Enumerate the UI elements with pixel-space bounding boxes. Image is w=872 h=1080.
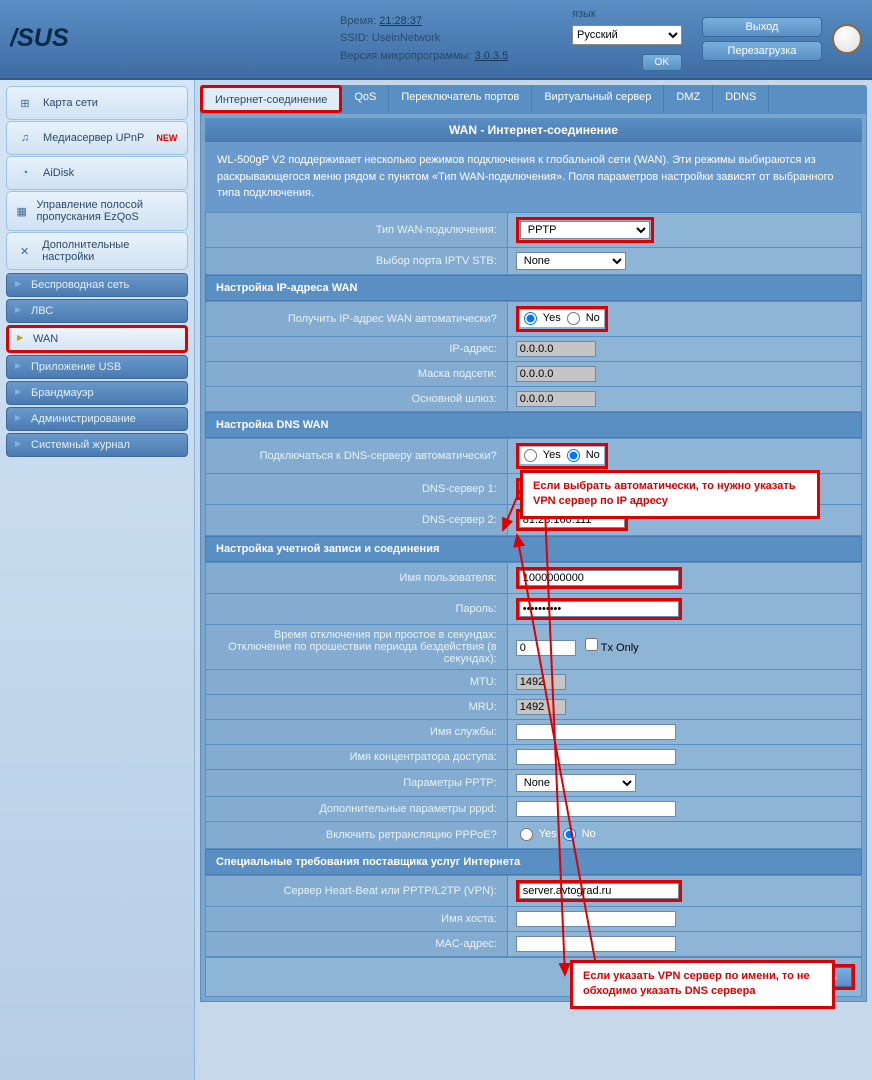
sidebar-firewall[interactable]: Брандмауэр <box>6 381 188 405</box>
ac-label: Имя концентратора доступа: <box>206 744 508 769</box>
tab-ddns[interactable]: DDNS <box>713 85 769 113</box>
reboot-button[interactable]: Перезагрузка <box>702 41 822 61</box>
pass-label: Пароль: <box>206 593 508 624</box>
sidebar-wireless[interactable]: Беспроводная сеть <box>6 273 188 297</box>
ip-input[interactable] <box>516 341 596 357</box>
iptv-label: Выбор порта IPTV STB: <box>206 247 508 274</box>
section-dns: Настройка DNS WAN <box>205 412 862 438</box>
pppd-input[interactable] <box>516 801 676 817</box>
media-icon: ♫ <box>15 128 35 148</box>
mru-input[interactable] <box>516 699 566 715</box>
section-isp: Специальные требования поставщика услуг … <box>205 849 862 875</box>
txonly-checkbox[interactable] <box>585 638 598 651</box>
lang-label: язык <box>572 8 596 20</box>
bandwidth-icon: ▦ <box>15 201 28 221</box>
wan-type-label: Тип WAN-подключения: <box>206 212 508 247</box>
mac-label: MAC-адрес: <box>206 931 508 956</box>
new-badge: NEW <box>156 133 177 143</box>
auto-ip-no[interactable] <box>567 312 580 325</box>
mask-input[interactable] <box>516 366 596 382</box>
mascot-icon <box>832 24 862 54</box>
tab-virtual-server[interactable]: Виртуальный сервер <box>532 85 664 113</box>
pptp-select[interactable]: None <box>516 774 636 792</box>
sidebar-media[interactable]: ♫Медиасервер UPnPNEW <box>6 121 188 155</box>
tab-connection[interactable]: Интернет-соединение <box>200 85 342 113</box>
network-icon: ⊞ <box>15 93 35 113</box>
ssid-value: UseinNetwork <box>372 32 440 44</box>
service-input[interactable] <box>516 724 676 740</box>
auto-dns-label: Подключаться к DNS-серверу автоматически… <box>206 438 508 473</box>
mru-label: MRU: <box>206 694 508 719</box>
sidebar-syslog[interactable]: Системный журнал <box>6 433 188 457</box>
idle-input[interactable] <box>516 640 576 656</box>
gw-label: Основной шлюз: <box>206 386 508 411</box>
header-info: Время: 21:28:37 SSID: UseinNetwork Верси… <box>160 13 572 66</box>
tab-qos[interactable]: QoS <box>342 85 389 113</box>
auto-ip-label: Получить IP-адрес WAN автоматически? <box>206 301 508 336</box>
panel-description: WL-500gP V2 поддерживает несколько режим… <box>205 142 862 212</box>
logout-button[interactable]: Выход <box>702 17 822 37</box>
disk-icon: ◔ <box>15 163 35 183</box>
user-input[interactable] <box>519 570 679 586</box>
lang-select[interactable]: Русский <box>572 25 682 45</box>
vpn-label: Сервер Heart-Beat или PPTP/L2TP (VPN): <box>206 875 508 906</box>
brand-logo: /SUS <box>10 9 160 69</box>
sidebar: ⊞Карта сети ♫Медиасервер UPnPNEW ◔AiDisk… <box>0 80 195 1080</box>
fw-label: Версия микропрограммы: <box>340 50 472 62</box>
sidebar-advanced[interactable]: ✕Дополнительные настройки <box>6 232 188 270</box>
ip-label: IP-адрес: <box>206 336 508 361</box>
sidebar-ezqos[interactable]: ▦Управление полосой пропускания EzQoS <box>6 191 188 231</box>
pptp-opts-label: Параметры PPTP: <box>206 769 508 796</box>
vpn-input[interactable] <box>519 883 679 899</box>
panel-title: WAN - Интернет-соединение <box>205 118 862 142</box>
mtu-input[interactable] <box>516 674 566 690</box>
svg-text:/SUS: /SUS <box>10 24 69 52</box>
header-lang: язык Русский OK <box>572 8 692 71</box>
host-input[interactable] <box>516 911 676 927</box>
auto-dns-no[interactable] <box>567 449 580 462</box>
tab-port-trigger[interactable]: Переключатель портов <box>389 85 532 113</box>
sidebar-admin[interactable]: Администрирование <box>6 407 188 431</box>
main-content: Интернет-соединение QoS Переключатель по… <box>195 80 872 1080</box>
tools-icon: ✕ <box>15 241 34 261</box>
sidebar-wan[interactable]: WAN <box>6 325 188 353</box>
mask-label: Маска подсети: <box>206 361 508 386</box>
time-value[interactable]: 21:28:37 <box>379 15 422 27</box>
auto-dns-yes[interactable] <box>524 449 537 462</box>
time-label: Время: <box>340 15 376 27</box>
mac-input[interactable] <box>516 936 676 952</box>
section-account: Настройка учетной записи и соединения <box>205 536 862 562</box>
iptv-select[interactable]: None <box>516 252 626 270</box>
dns1-label: DNS-сервер 1: <box>206 473 508 504</box>
wan-type-select[interactable]: PPTP <box>520 221 650 239</box>
sidebar-usb[interactable]: Приложение USB <box>6 355 188 379</box>
auto-ip-yes[interactable] <box>524 312 537 325</box>
pppd-label: Дополнительные параметры pppd: <box>206 796 508 821</box>
user-label: Имя пользователя: <box>206 562 508 593</box>
pppoe-yes[interactable] <box>520 828 533 841</box>
idle-label: Время отключения при простое в секундах:… <box>206 624 508 669</box>
sidebar-aidisk[interactable]: ◔AiDisk <box>6 156 188 190</box>
tab-bar: Интернет-соединение QoS Переключатель по… <box>200 85 867 113</box>
gw-input[interactable] <box>516 391 596 407</box>
ok-button[interactable]: OK <box>642 54 682 71</box>
fw-value[interactable]: 3.0.3.5 <box>475 50 509 62</box>
pppoe-no[interactable] <box>563 828 576 841</box>
pppoe-relay-label: Включить ретрансляцию PPPoE? <box>206 821 508 848</box>
dns2-label: DNS-сервер 2: <box>206 504 508 535</box>
sidebar-network-map[interactable]: ⊞Карта сети <box>6 86 188 120</box>
annotation-2: Если указать VPN сервер по имени, то не … <box>570 960 835 1009</box>
ac-input[interactable] <box>516 749 676 765</box>
host-label: Имя хоста: <box>206 906 508 931</box>
pass-input[interactable] <box>519 601 679 617</box>
ssid-label: SSID: <box>340 32 369 44</box>
tab-dmz[interactable]: DMZ <box>664 85 713 113</box>
section-wan-ip: Настройка IP-адреса WAN <box>205 275 862 301</box>
mtu-label: MTU: <box>206 669 508 694</box>
service-label: Имя службы: <box>206 719 508 744</box>
sidebar-lan[interactable]: ЛВС <box>6 299 188 323</box>
annotation-1: Если выбрать автоматически, то нужно ука… <box>520 470 820 519</box>
header: /SUS Время: 21:28:37 SSID: UseinNetwork … <box>0 0 872 80</box>
